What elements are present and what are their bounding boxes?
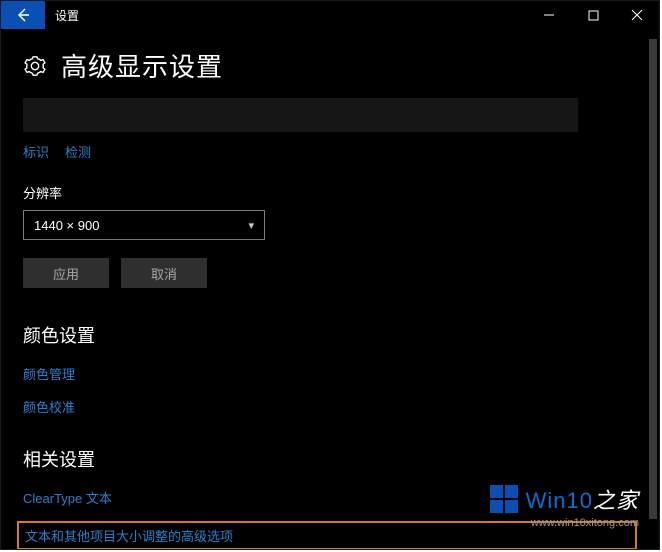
resolution-value: 1440 × 900: [34, 218, 99, 233]
apply-button[interactable]: 应用: [23, 258, 109, 288]
windows-logo-icon: [490, 485, 518, 513]
gear-icon: [23, 54, 47, 78]
brand-text: Win10之家: [526, 483, 639, 515]
close-icon: [631, 9, 643, 21]
maximize-button[interactable]: [571, 1, 615, 29]
brand-url: www.win10xitong.com: [490, 517, 639, 529]
color-section-title: 颜色设置: [23, 322, 637, 348]
watermark: Win10之家 www.win10xitong.com: [490, 483, 639, 529]
close-button[interactable]: [615, 1, 659, 29]
identify-link[interactable]: 标识: [23, 142, 49, 161]
watermark-brand: Win10之家: [490, 483, 639, 515]
scrollbar-thumb[interactable]: [649, 39, 657, 519]
resolution-select[interactable]: 1440 × 900 ▾: [23, 210, 265, 240]
color-management-link[interactable]: 颜色管理: [23, 364, 637, 383]
related-section-title: 相关设置: [23, 446, 637, 472]
display-actions: 标识 检测: [23, 142, 637, 161]
color-calibration-link[interactable]: 颜色校准: [23, 397, 637, 416]
back-button[interactable]: [1, 1, 45, 29]
maximize-icon: [588, 10, 599, 21]
cancel-button[interactable]: 取消: [121, 258, 207, 288]
action-buttons: 应用 取消: [23, 258, 637, 288]
titlebar: 设置: [1, 1, 659, 29]
arrow-left-icon: [15, 7, 31, 23]
vertical-scrollbar[interactable]: [649, 29, 657, 543]
display-preview[interactable]: [23, 98, 578, 132]
page-title: 高级显示设置: [61, 47, 223, 84]
color-links: 颜色管理 颜色校准: [23, 364, 637, 416]
page-header: 高级显示设置: [23, 47, 637, 84]
minimize-button[interactable]: [527, 1, 571, 29]
minimize-icon: [543, 9, 555, 21]
detect-link[interactable]: 检测: [65, 142, 91, 161]
settings-window: 设置 高级显示设置 标识 检测 分辨率 1440 × 900 ▾: [0, 0, 660, 550]
window-title: 设置: [45, 1, 89, 29]
titlebar-spacer: [89, 1, 527, 29]
chevron-down-icon: ▾: [248, 219, 254, 232]
content-area: 高级显示设置 标识 检测 分辨率 1440 × 900 ▾ 应用 取消 颜色设置…: [1, 29, 659, 549]
resolution-label: 分辨率: [23, 183, 637, 202]
